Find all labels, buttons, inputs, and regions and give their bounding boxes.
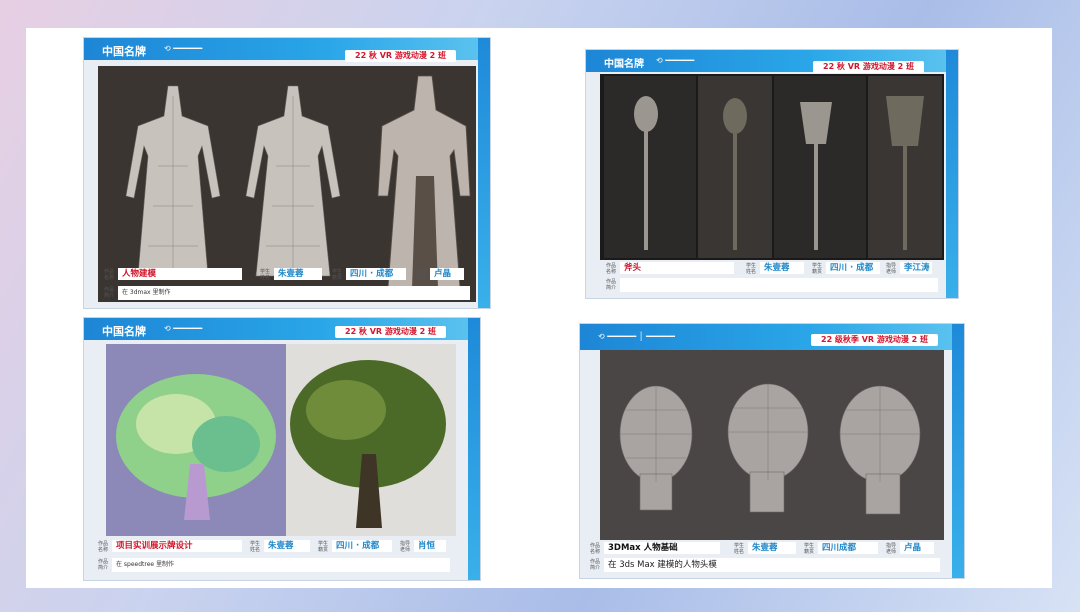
work-name-label: 作品名称 xyxy=(98,541,109,553)
teacher-label: 指导老师 xyxy=(886,543,897,555)
class-badge: 22 级秋季 VR 游戏动漫 2 班 xyxy=(811,334,938,346)
brand-logo: 中国名牌 xyxy=(102,325,146,338)
teacher-name: 李江涛 xyxy=(900,262,932,274)
student-name: 朱壹蓉 xyxy=(760,262,804,274)
tree-renders-icon xyxy=(106,344,456,536)
student-name: 朱壹蓉 xyxy=(274,268,322,280)
card-header: 中国名牌 ⟲ ━━━━━━ 22 秋 VR 游戏动漫 2 班 xyxy=(586,50,958,73)
work-name: 项目实训展示牌设计 xyxy=(112,540,242,552)
work-name: 3DMax 人物基础 xyxy=(604,542,720,554)
class-badge: 22 秋 VR 游戏动漫 2 班 xyxy=(813,61,924,73)
axe-renders-icon xyxy=(600,74,944,260)
teacher-label: 指导老师 xyxy=(400,541,411,553)
card-header: 中国名牌 ⟲ ━━━━━━ 22 秋 VR 游戏动漫 2 班 xyxy=(84,38,490,62)
artwork-image xyxy=(600,74,944,260)
teacher-name: 卢晶 xyxy=(430,268,464,280)
student-label: 学生姓名 xyxy=(734,543,745,555)
artwork-image xyxy=(106,344,456,536)
head-wireframes-icon xyxy=(600,350,944,540)
student-origin: 四川成都 xyxy=(818,542,878,554)
description-label: 作品简介 xyxy=(606,279,617,291)
card-side-stripe xyxy=(946,50,958,298)
showcase-card-character-model: 中国名牌 ⟲ ━━━━━━ 22 秋 VR 游戏动漫 2 班 作品名称 人物建模… xyxy=(84,38,490,308)
class-badge: 22 秋 VR 游戏动漫 2 班 xyxy=(345,50,456,62)
work-name: 人物建模 xyxy=(118,268,242,280)
student-label: 学生姓名 xyxy=(250,541,261,553)
origin-label: 学生籍贯 xyxy=(318,541,329,553)
work-name-label: 作品名称 xyxy=(590,543,601,555)
school-logo-icon: ⟲ ━━━━━━ xyxy=(164,44,203,53)
description-label: 作品简介 xyxy=(590,559,601,571)
student-label: 学生姓名 xyxy=(746,263,757,275)
artwork-image xyxy=(600,350,944,540)
showcase-card-tree: 中国名牌 ⟲ ━━━━━━ 22 秋 VR 游戏动漫 2 班 作品名称 项目实训… xyxy=(84,318,480,580)
school-logo-icon: ⟲ ━━━━━━ xyxy=(656,56,695,65)
student-origin: 四川 · 成都 xyxy=(332,540,392,552)
work-description: 在 3ds Max 建模的人物头模 xyxy=(604,558,940,572)
work-name: 斧头 xyxy=(620,262,734,274)
teacher-name: 卢晶 xyxy=(900,542,934,554)
brand-logo: 中国名牌 xyxy=(604,59,644,70)
work-name-label: 作品名称 xyxy=(104,269,115,281)
card-header: 中国名牌 ⟲ ━━━━━━ 22 秋 VR 游戏动漫 2 班 xyxy=(84,318,480,340)
teacher-label: 指导老师 xyxy=(416,269,427,281)
origin-label: 学生籍贯 xyxy=(332,269,343,281)
student-label: 学生姓名 xyxy=(260,269,271,281)
showcase-card-axe: 中国名牌 ⟲ ━━━━━━ 22 秋 VR 游戏动漫 2 班 作品名称 斧头 学… xyxy=(586,50,958,298)
teacher-name: 肖恒 xyxy=(414,540,446,552)
student-origin: 四川 · 成都 xyxy=(826,262,880,274)
card-side-stripe xyxy=(952,324,964,578)
description-label: 作品简介 xyxy=(98,559,109,571)
card-header: ⟲ ━━━━━━ │ ━━━━━━ 22 级秋季 VR 游戏动漫 2 班 xyxy=(580,324,964,350)
work-description: 在 speedtree 里制作 xyxy=(112,558,450,572)
description-label: 作品简介 xyxy=(104,287,115,299)
origin-label: 学生籍贯 xyxy=(804,543,815,555)
school-logo-icon: ⟲ ━━━━━━ xyxy=(164,324,203,333)
student-name: 朱壹蓉 xyxy=(264,540,310,552)
class-badge: 22 秋 VR 游戏动漫 2 班 xyxy=(335,326,446,338)
artwork-image xyxy=(98,66,476,302)
school-logo-icon: ⟲ ━━━━━━ │ ━━━━━━ xyxy=(598,332,675,341)
origin-label: 学生籍贯 xyxy=(812,263,823,275)
brand-logo: 中国名牌 xyxy=(102,45,146,58)
work-description: 在 3dmax 里制作 xyxy=(118,286,470,300)
character-wireframes-icon xyxy=(98,66,476,302)
student-origin: 四川 · 成都 xyxy=(346,268,406,280)
work-name-label: 作品名称 xyxy=(606,263,617,275)
work-description xyxy=(620,278,938,292)
teacher-label: 指导老师 xyxy=(886,263,897,275)
student-name: 朱壹蓉 xyxy=(748,542,796,554)
showcase-card-head-model: ⟲ ━━━━━━ │ ━━━━━━ 22 级秋季 VR 游戏动漫 2 班 作品名… xyxy=(580,324,964,578)
